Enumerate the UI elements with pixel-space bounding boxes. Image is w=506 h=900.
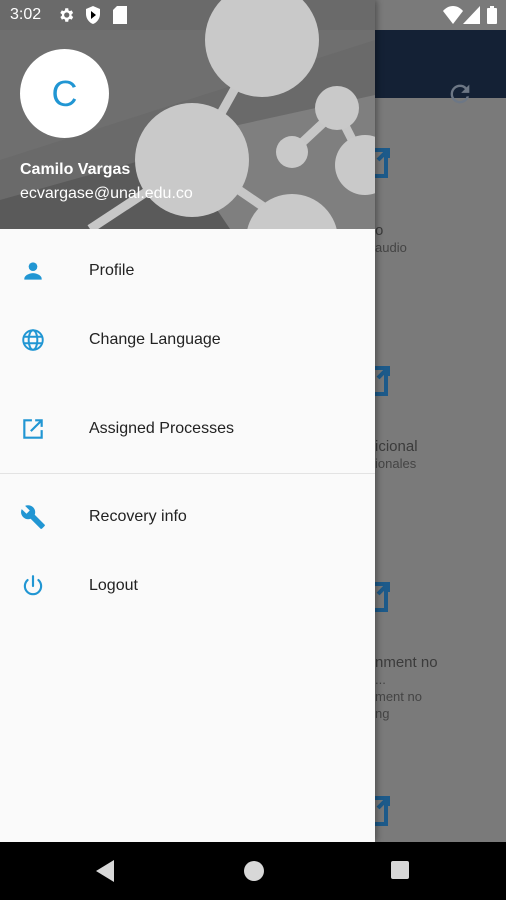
home-icon[interactable] (243, 860, 265, 882)
drawer-header: C Camilo Vargas ecvargase@unal.edu.co (0, 0, 375, 229)
wifi-icon (443, 6, 463, 24)
user-email: ecvargase@unal.edu.co (20, 185, 193, 202)
menu-item-label: Recovery info (89, 508, 187, 525)
globe-icon (22, 329, 44, 351)
shield-icon (86, 6, 100, 24)
system-navigation-bar (0, 842, 506, 900)
open-in-new-icon (23, 419, 43, 439)
list-item: nment no ... ment no ng (375, 654, 438, 721)
wrench-icon (21, 505, 45, 529)
gear-icon (60, 8, 74, 22)
user-name: Camilo Vargas (20, 161, 131, 178)
divider (0, 473, 375, 474)
navigation-drawer: C Camilo Vargas ecvargase@unal.edu.co Pr… (0, 0, 375, 842)
menu-item-assigned-processes[interactable]: Assigned Processes (0, 402, 375, 458)
menu-item-label: Logout (89, 577, 138, 594)
sd-card-icon (113, 6, 127, 24)
menu-item-profile[interactable]: Profile (0, 244, 375, 300)
person-icon (24, 262, 42, 280)
menu-item-label: Profile (89, 262, 135, 279)
list-item: icional ionales (375, 438, 418, 471)
status-time: 3:02 (10, 6, 42, 23)
menu-item-recovery-info[interactable]: Recovery info (0, 490, 375, 546)
back-icon[interactable] (96, 860, 116, 882)
signal-icon (463, 6, 480, 24)
menu-item-logout[interactable]: Logout (0, 559, 375, 615)
menu-item-change-language[interactable]: Change Language (0, 313, 375, 369)
avatar[interactable]: C (20, 49, 109, 138)
menu-item-label: Assigned Processes (89, 420, 234, 437)
status-bar: 3:02 (0, 0, 506, 30)
recents-icon[interactable] (390, 860, 410, 880)
list-item: o audio (375, 222, 407, 255)
power-icon (23, 575, 43, 596)
menu-item-label: Change Language (89, 331, 221, 348)
refresh-icon[interactable] (446, 80, 474, 108)
battery-icon (487, 6, 497, 24)
